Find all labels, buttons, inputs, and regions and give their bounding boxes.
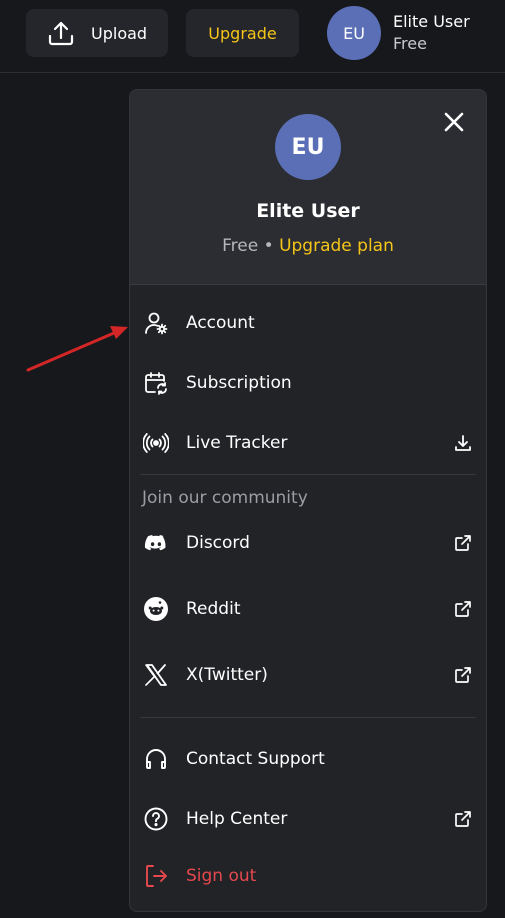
reddit-icon [144,597,168,621]
menu-item-reddit[interactable]: Reddit [130,589,486,629]
user-name: Elite User [393,12,470,31]
external-link-icon [455,811,471,827]
menu-avatar-initials: EU [291,134,325,160]
menu-item-twitter[interactable]: X(Twitter) [130,655,486,695]
menu-item-help-center[interactable]: Help Center [130,799,486,839]
divider [140,474,476,475]
divider [140,717,476,718]
twitter-label: X(Twitter) [186,665,268,685]
menu-avatar: EU [275,114,341,180]
upload-button[interactable]: Upload [26,9,168,57]
community-section-label: Join our community [142,488,308,508]
account-label: Account [186,313,255,333]
plan-separator: • [263,236,274,256]
avatar[interactable]: EU [327,6,381,60]
headphones-icon [146,749,166,769]
close-icon[interactable] [442,110,466,134]
discord-label: Discord [186,533,250,553]
menu-item-account[interactable]: Account [130,303,486,343]
user-info[interactable]: Elite User Free [393,11,470,55]
upgrade-plan-link[interactable]: Upgrade plan [279,236,394,256]
menu-plan: Free [222,236,259,256]
avatar-initials: EU [343,23,365,43]
help-circle-icon [144,807,168,831]
external-link-icon [455,535,471,551]
reddit-label: Reddit [186,599,241,619]
x-twitter-icon [145,664,167,686]
menu-plan-line: Free • Upgrade plan [130,236,486,256]
external-link-icon [455,601,471,617]
menu-header: EU Elite User Free • Upgrade plan [130,90,486,285]
menu-user-name: Elite User [256,200,360,222]
menu-item-live-tracker[interactable]: Live Tracker [130,423,486,463]
broadcast-icon [143,433,169,453]
top-bar: Upload Upgrade EU Elite User Free [0,0,505,73]
discord-icon [144,535,166,551]
menu-item-discord[interactable]: Discord [130,523,486,563]
sign-out-label: Sign out [186,866,257,886]
upgrade-label: Upgrade [208,23,277,43]
download-icon[interactable] [453,433,473,453]
menu-item-contact-support[interactable]: Contact Support [130,739,486,779]
sign-out-icon [146,865,167,887]
user-settings-icon [145,312,168,335]
live-tracker-label: Live Tracker [186,433,288,453]
menu-item-sign-out[interactable]: Sign out [130,856,486,896]
help-center-label: Help Center [186,809,288,829]
annotation-arrow-icon [26,326,128,372]
contact-support-label: Contact Support [186,749,325,769]
account-menu: EU Elite User Free • Upgrade plan Accoun… [129,89,487,912]
upload-label: Upload [91,23,148,43]
external-link-icon [455,667,471,683]
calendar-refresh-icon [145,372,167,395]
menu-item-subscription[interactable]: Subscription [130,363,486,403]
subscription-label: Subscription [186,373,292,393]
upload-icon [48,21,74,46]
upgrade-button[interactable]: Upgrade [186,9,299,57]
user-plan: Free [393,34,427,53]
